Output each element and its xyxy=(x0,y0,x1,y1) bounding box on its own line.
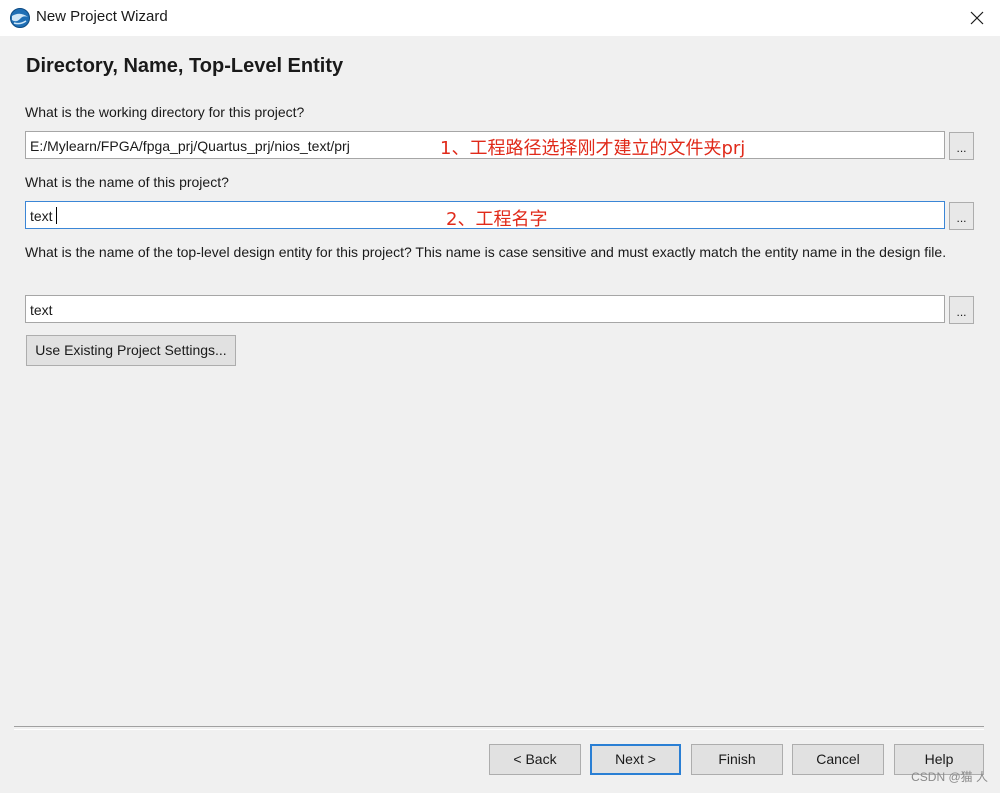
watermark: CSDN @猫 人 xyxy=(911,770,988,784)
directory-value: E:/Mylearn/FPGA/fpga_prj/Quartus_prj/nio… xyxy=(30,138,350,154)
window-title: New Project Wizard xyxy=(36,8,168,25)
directory-annotation: 1、工程路径选择刚才建立的文件夹prj xyxy=(440,138,746,159)
top-level-browse-button[interactable]: ... xyxy=(949,296,974,324)
next-button[interactable]: Next > xyxy=(590,744,681,775)
top-level-input[interactable]: text xyxy=(25,295,945,323)
project-name-label: What is the name of this project? xyxy=(25,174,229,190)
quartus-globe-icon xyxy=(9,7,31,29)
use-existing-settings-button[interactable]: Use Existing Project Settings... xyxy=(26,335,236,366)
close-icon xyxy=(970,11,984,25)
directory-label: What is the working directory for this p… xyxy=(25,104,305,120)
text-caret xyxy=(56,207,57,224)
cancel-button[interactable]: Cancel xyxy=(792,744,884,775)
page-title: Directory, Name, Top-Level Entity xyxy=(26,55,344,77)
project-name-annotation: 2、工程名字 xyxy=(446,209,548,230)
top-level-value: text xyxy=(30,302,53,318)
window-titlebar: New Project Wizard xyxy=(0,0,1000,36)
finish-button[interactable]: Finish xyxy=(691,744,783,775)
close-button[interactable] xyxy=(954,0,1000,36)
project-name-value: text xyxy=(30,208,53,224)
directory-browse-button[interactable]: ... xyxy=(949,132,974,160)
footer-separator xyxy=(14,726,984,730)
back-button[interactable]: < Back xyxy=(489,744,581,775)
top-level-label: What is the name of the top-level design… xyxy=(25,244,947,260)
project-name-browse-button[interactable]: ... xyxy=(949,202,974,230)
